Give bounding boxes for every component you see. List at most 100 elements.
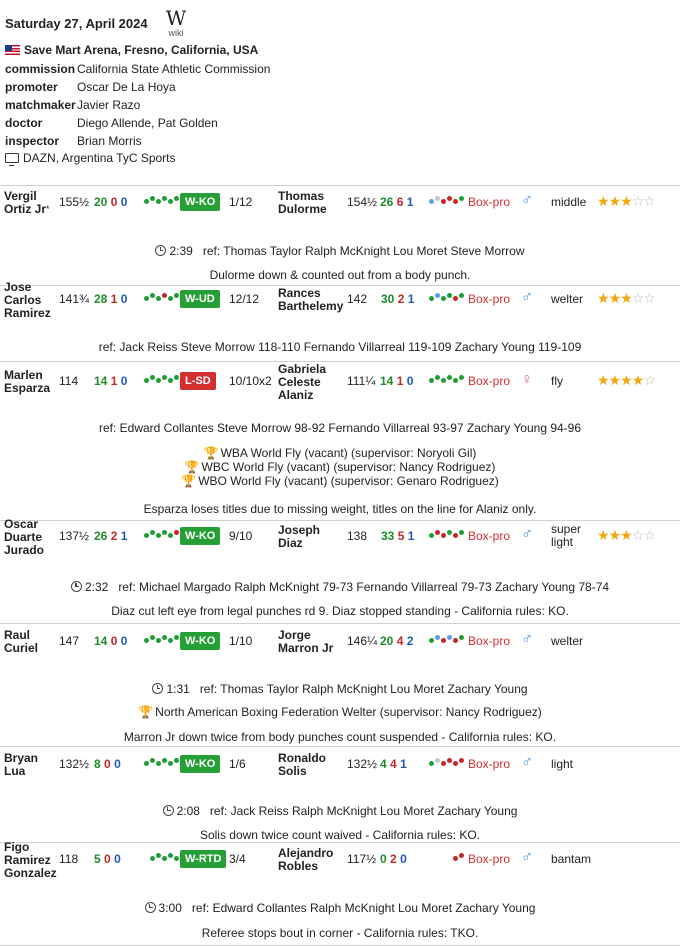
doctor-label: doctor — [5, 116, 43, 130]
fighter2-name[interactable]: Alejandro Robles — [278, 847, 333, 873]
fighter2-weight: 138 — [347, 529, 368, 543]
venue[interactable]: Save Mart Arena, Fresno, California, USA — [5, 43, 258, 57]
bout-row: Marlen Esparza 114 14 1 0 L-SD 10/10x2 Gabriel… — [0, 362, 680, 521]
fighter1-name[interactable]: Figo Ramirez Gonzalez — [4, 840, 57, 880]
star-filled-icon: ★ — [597, 290, 610, 306]
form-dot-w — [453, 378, 458, 383]
star-filled-icon: ★ — [620, 290, 633, 306]
box-pro-tag[interactable]: Box-pro — [468, 757, 510, 771]
officials: ref: Jack Reiss Ralph McKnight Lou Moret… — [209, 804, 518, 818]
clock-icon — [144, 902, 156, 913]
record-draws: 0 — [120, 374, 128, 388]
box-pro-tag[interactable]: Box-pro — [468, 195, 510, 209]
fighter2-name-line: Dulorme — [278, 202, 327, 216]
bout-note: Solis down twice count waived - Californ… — [199, 828, 481, 842]
fighter2-weight: 146¼ — [347, 634, 378, 648]
fighter1-record: 5 0 0 — [94, 852, 121, 866]
form-dot-d — [429, 199, 434, 204]
title-line[interactable]: 🏆 WBO World Fly (vacant) (supervisor: Gen… — [0, 474, 680, 488]
result-badge[interactable]: W-KO — [180, 193, 221, 211]
record-draws: 1 — [407, 292, 415, 306]
form-dot-w — [150, 758, 155, 763]
result-badge[interactable]: W-KO — [180, 755, 221, 773]
bout-row: Bryan Lua 132½ 8 0 0 W-KO 1/6 Ronaldo Solis 132½… — [0, 747, 680, 843]
record-losses: 1 — [110, 292, 118, 306]
box-pro-tag[interactable]: Box-pro — [468, 292, 510, 306]
officials: ref: Jack Reiss Steve Morrow 118-110 Fer… — [98, 340, 582, 354]
star-filled-icon: ★ — [631, 372, 645, 388]
wiki-link[interactable]: W wiki — [162, 8, 190, 38]
fighter2-name[interactable]: Jorge Marron Jr — [278, 629, 333, 655]
result-badge[interactable]: W-RTD — [180, 850, 227, 868]
doctor-value[interactable]: Diego Allende, Pat Golden — [77, 116, 218, 130]
fighter2-name[interactable]: Joseph Diaz — [278, 524, 320, 550]
division-line: light — [551, 535, 574, 549]
fighter2-name[interactable]: Ronaldo Solis — [278, 752, 326, 778]
fighter1-name[interactable]: Marlen Esparza — [4, 369, 50, 395]
fighter1-form — [144, 293, 179, 301]
box-pro-tag[interactable]: Box-pro — [468, 374, 510, 388]
record-wins: 20 — [380, 634, 394, 648]
star-filled-icon: ★ — [608, 372, 622, 388]
fighter1-name[interactable]: Jose Carlos Ramirez — [4, 279, 51, 320]
title-line[interactable]: 🏆 WBA World Fly (vacant) (supervisor: Nor… — [0, 446, 680, 460]
fighter2-form — [429, 758, 464, 766]
inspector-value[interactable]: Brian Morris — [77, 134, 142, 148]
form-dot-w — [156, 853, 161, 858]
fighter2-name-line: Barthelemy — [278, 299, 344, 313]
inspector-row: inspector Brian Morris — [5, 134, 142, 148]
box-pro-tag[interactable]: Box-pro — [468, 529, 510, 543]
fighter1-name-line: Duarte — [4, 529, 43, 544]
fighter2-weight: 132½ — [347, 757, 378, 771]
form-dot-w — [144, 296, 149, 301]
form-dot-l — [447, 196, 452, 201]
box-pro-tag[interactable]: Box-pro — [468, 852, 510, 866]
fighter1-name-line: Jose — [4, 279, 32, 294]
form-dot-n — [435, 758, 440, 763]
record-wins: 28 — [94, 292, 108, 306]
fighter1-name[interactable]: Bryan Lua — [4, 752, 38, 778]
fighter2-form — [429, 293, 464, 301]
form-dot-w — [150, 530, 155, 535]
form-dot-d — [435, 635, 440, 640]
star-filled-icon: ★ — [608, 193, 622, 209]
fighter1-name[interactable]: Oscar Duarte Jurado — [4, 517, 45, 557]
form-dot-w — [168, 853, 173, 858]
form-dot-l — [453, 761, 458, 766]
fighter1-name-line: Lua — [4, 764, 26, 778]
fighter1-form — [144, 530, 179, 538]
title-line[interactable]: 🏆 WBC World Fly (vacant) (supervisor: Nan… — [0, 460, 680, 474]
record-losses: 6 — [396, 195, 404, 209]
officials-line: ref: Edward Collantes Steve Morrow 98-92… — [0, 421, 680, 435]
matchmaker-value[interactable]: Javier Razo — [77, 98, 140, 112]
fighter2-name[interactable]: Gabriela Celeste Alaniz — [278, 362, 326, 402]
box-pro-tag[interactable]: Box-pro — [468, 634, 510, 648]
officials: ref: Edward Collantes Steve Morrow 98-92… — [98, 421, 582, 435]
record-draws: 0 — [400, 852, 407, 866]
fighter1-name[interactable]: Raul Curiel — [4, 629, 38, 655]
clock-icon — [70, 581, 82, 592]
fighter2-name[interactable]: Thomas Dulorme — [278, 190, 327, 216]
bout-time: 2:08 — [176, 804, 200, 818]
form-dot-w — [168, 296, 173, 301]
title-line[interactable]: 🏆 North American Boxing Federation Welter… — [0, 705, 680, 719]
record-wins: 26 — [94, 529, 108, 543]
result-badge[interactable]: W-UD — [180, 290, 220, 308]
fighter2-name[interactable]: Rances Barthelemy — [278, 287, 343, 313]
result-badge[interactable]: L-SD — [180, 372, 216, 390]
promoter-row: promoter Oscar De La Hoya — [5, 80, 176, 94]
form-dot-l — [453, 638, 458, 643]
bout-note: Esparza loses titles due to missing weig… — [143, 502, 537, 516]
fighter1-name-line: Jurado — [4, 542, 45, 557]
result-badge[interactable]: W-KO — [180, 632, 221, 650]
result-badge[interactable]: W-KO — [180, 527, 221, 545]
form-dot-w — [144, 533, 149, 538]
fighter1-name[interactable]: Vergil Ortiz Jr* — [4, 190, 50, 216]
male-icon: ♂ — [521, 754, 533, 771]
promoter-value[interactable]: Oscar De La Hoya — [77, 80, 176, 94]
form-dot-w — [162, 196, 167, 201]
fighter1-name-line: Ortiz Jr — [4, 202, 47, 216]
fighter1-record: 14 0 0 — [94, 634, 127, 648]
commission-value[interactable]: California State Athletic Commission — [77, 62, 270, 76]
fighter-mark: * — [46, 204, 50, 214]
